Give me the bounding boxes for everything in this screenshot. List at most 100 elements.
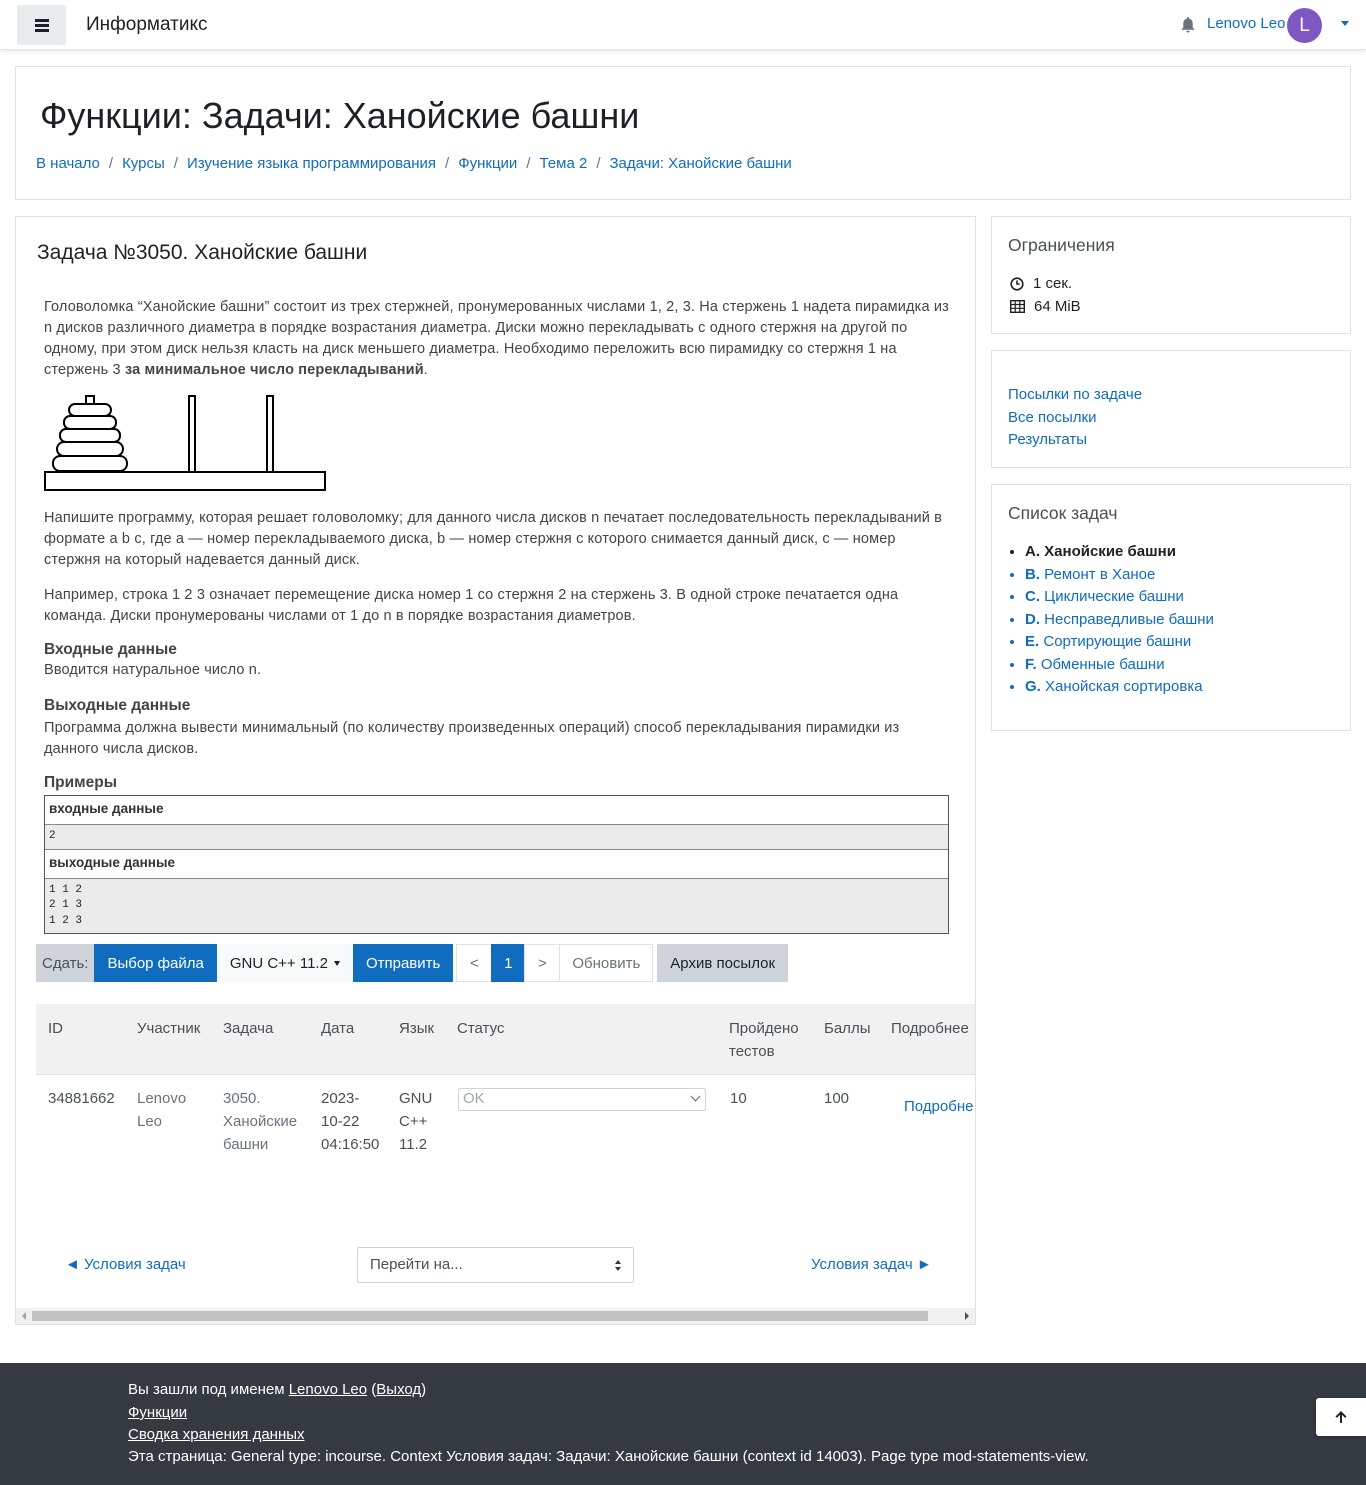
statement-paragraph-2: Напишите программу, которая решает голов…	[44, 510, 943, 568]
user-menu-name[interactable]: Lenovo Leo	[1207, 15, 1285, 32]
site-brand[interactable]: Информатикс	[86, 14, 207, 36]
col-id: ID	[48, 1020, 63, 1037]
results-link[interactable]: Результаты	[1008, 431, 1087, 448]
horizontal-scrollbar[interactable]	[16, 1308, 975, 1324]
footer-user-link[interactable]: Lenovo Leo	[289, 1381, 367, 1398]
example-input-label: входные данные	[45, 796, 948, 825]
logout-link[interactable]: Выход	[376, 1381, 421, 1398]
menu-icon	[34, 19, 49, 32]
page-current-button[interactable]: 1	[491, 944, 526, 982]
col-tests: Пройдено тестов	[729, 1020, 799, 1060]
col-user: Участник	[137, 1020, 201, 1037]
limits-title: Ограничения	[1008, 235, 1115, 255]
task-statement: Головоломка “Ханойские башни” состоит из…	[44, 299, 949, 378]
login-info: Вы зашли под именем Lenovo Leo (Выход)	[128, 1381, 427, 1398]
page-title: Функции: Задачи: Ханойские башни	[40, 95, 640, 136]
examples-heading: Примеры	[44, 774, 117, 791]
all-submissions-link[interactable]: Все посылки	[1008, 409, 1096, 426]
col-status: Статус	[457, 1020, 505, 1037]
example-input-value: 2	[45, 825, 948, 850]
language-select[interactable]: GNU C++ 11.2	[216, 944, 353, 982]
examples-table: входные данные 2 выходные данные 1 1 2 2…	[44, 795, 949, 934]
task-list-item[interactable]: G. Ханойская сортировка	[1025, 676, 1214, 699]
refresh-button[interactable]: Обновить	[559, 944, 654, 982]
choose-file-button[interactable]: Выбор файла	[94, 944, 217, 982]
language-value: GNU C++ 11.2	[229, 954, 328, 972]
hanoi-towers-image	[44, 395, 326, 491]
output-heading: Выходные данные	[44, 697, 191, 714]
chevron-down-icon	[690, 1091, 701, 1102]
footer-data-retention-link[interactable]: Сводка хранения данных	[128, 1426, 305, 1443]
arrow-up-icon	[1335, 1411, 1347, 1423]
submission-language: GNU C++ 11.2	[399, 1090, 433, 1153]
footer-page-info: Эта страница: General type: incourse. Co…	[128, 1448, 1089, 1465]
submission-details-link[interactable]: Подробне	[904, 1095, 973, 1118]
task-list-item[interactable]: C. Циклические башни	[1025, 586, 1214, 609]
clock-icon	[1010, 276, 1024, 291]
submission-user: Lenovo Leo	[137, 1090, 187, 1130]
prev-activity-link[interactable]: ◄ Условия задач	[65, 1256, 186, 1273]
breadcrumb-courses[interactable]: Курсы	[122, 155, 165, 172]
task-list-item[interactable]: E. Сортирующие башни	[1025, 631, 1214, 654]
statement-paragraph-3: Например, строка 1 2 3 означает перемеще…	[44, 587, 899, 624]
example-output-label: выходные данные	[45, 849, 948, 879]
submit-bar: Сдать: Выбор файла GNU C++ 11.2 Отправит…	[36, 944, 789, 982]
caret-down-icon	[333, 960, 340, 966]
col-date: Дата	[321, 1020, 355, 1037]
archive-button[interactable]: Архив посылок	[657, 944, 789, 982]
menu-button[interactable]	[17, 5, 66, 45]
breadcrumb: В начало / Курсы / Изучение языка программ…	[36, 155, 792, 172]
pagination: < 1 > Обновить	[456, 944, 654, 982]
col-task: Задача	[223, 1020, 274, 1037]
page-next-button[interactable]: >	[524, 944, 561, 982]
scrollbar-thumb[interactable]	[32, 1311, 928, 1321]
breadcrumb-functions[interactable]: Функции	[458, 155, 517, 172]
avatar[interactable]: L	[1287, 8, 1322, 43]
task-list-title: Список задач	[1008, 503, 1118, 523]
col-details: Подробнее	[891, 1020, 969, 1037]
task-list-item[interactable]: D. Несправедливые башни	[1025, 609, 1214, 632]
page-header: Функции: Задачи: Ханойские башни В начал…	[15, 66, 1351, 200]
scroll-left-icon[interactable]	[22, 1312, 26, 1320]
send-button[interactable]: Отправить	[352, 944, 454, 982]
breadcrumb-home[interactable]: В начало	[36, 155, 100, 172]
statement-bold: за минимальное число перекладываний	[124, 362, 424, 378]
page-prev-button[interactable]: <	[456, 944, 493, 982]
submission-date: 2023- 10-22 04:16:50	[321, 1090, 380, 1153]
submission-task: 3050. Ханойские башни	[223, 1090, 298, 1153]
caret-down-icon[interactable]	[1341, 21, 1349, 26]
links-block: Посылки по задаче Все посылки Результаты	[991, 350, 1351, 468]
example-output-value: 1 1 2 2 1 3 1 2 3	[45, 878, 948, 933]
limits-block: Ограничения 1 сек. 64 MiB	[991, 216, 1351, 334]
col-score: Баллы	[824, 1020, 871, 1037]
submission-id: 34881662	[48, 1090, 115, 1107]
breadcrumb-topic[interactable]: Тема 2	[539, 155, 587, 172]
input-text: Вводится натуральное число n.	[44, 662, 262, 678]
task-list-item: A. Ханойские башни	[1025, 541, 1214, 564]
breadcrumb-course[interactable]: Изучение языка программирования	[187, 155, 436, 172]
submission-tests: 10	[730, 1090, 747, 1107]
submit-label: Сдать:	[36, 944, 95, 982]
select-arrows-icon	[615, 1260, 621, 1271]
bell-icon[interactable]	[1180, 16, 1196, 34]
task-list: A. Ханойские башни B. Ремонт в Ханое C. …	[1008, 541, 1214, 699]
task-main-card: Задача №3050. Ханойские башни Головоломк…	[15, 216, 976, 1325]
memory-limit: 64 MiB	[1010, 298, 1081, 315]
task-title: Задача №3050. Ханойские башни	[37, 241, 368, 264]
breadcrumb-tasks[interactable]: Задачи: Ханойские башни	[609, 155, 791, 172]
jump-to-select[interactable]: Перейти на...	[357, 1247, 634, 1283]
back-to-top-button[interactable]	[1316, 1398, 1366, 1436]
col-language: Язык	[399, 1020, 435, 1037]
time-limit: 1 сек.	[1010, 275, 1072, 292]
next-activity-link[interactable]: Условия задач ►	[811, 1256, 932, 1273]
output-text: Программа должна вывести минимальный (по…	[44, 720, 900, 757]
submission-score: 100	[824, 1090, 850, 1107]
footer-functions-link[interactable]: Функции	[128, 1404, 187, 1421]
task-list-block: Список задач A. Ханойские башни B. Ремон…	[991, 484, 1351, 731]
task-submissions-link[interactable]: Посылки по задаче	[1008, 386, 1142, 403]
task-list-item[interactable]: F. Обменные башни	[1025, 654, 1214, 677]
table-icon	[1010, 300, 1025, 313]
task-list-item[interactable]: B. Ремонт в Ханое	[1025, 564, 1214, 587]
scroll-right-icon[interactable]	[965, 1312, 969, 1320]
submission-status-select[interactable]: OK	[458, 1088, 706, 1111]
